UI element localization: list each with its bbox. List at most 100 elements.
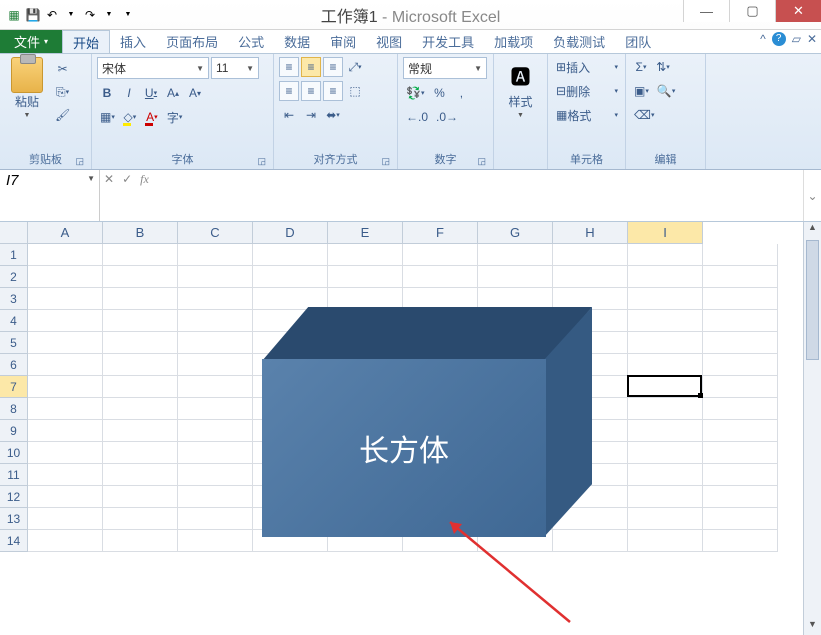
clear-button[interactable]: ⌫▾	[631, 105, 657, 125]
redo-dropdown-icon[interactable]: ▼	[101, 7, 117, 23]
dialog-launcher-icon[interactable]: ◲	[477, 156, 486, 167]
cell[interactable]	[28, 464, 103, 486]
align-center-button[interactable]: ≡	[301, 81, 321, 101]
vertical-scrollbar[interactable]: ▲ ▼	[803, 222, 821, 635]
window-restore-icon[interactable]: ▱	[792, 32, 801, 46]
cell[interactable]	[28, 244, 103, 266]
minimize-button[interactable]: —	[683, 0, 729, 22]
comma-button[interactable]: ,	[451, 83, 471, 103]
paste-button[interactable]: 粘贴 ▼	[5, 57, 49, 121]
cell[interactable]	[103, 442, 178, 464]
cell[interactable]	[628, 398, 703, 420]
scroll-down-icon[interactable]: ▼	[804, 619, 821, 635]
tab-developer[interactable]: 开发工具	[412, 30, 484, 53]
italic-button[interactable]: I	[119, 83, 139, 103]
cell[interactable]	[703, 332, 778, 354]
cell[interactable]	[403, 244, 478, 266]
cell[interactable]	[328, 244, 403, 266]
cell[interactable]	[28, 354, 103, 376]
dialog-launcher-icon[interactable]: ◲	[75, 156, 84, 167]
grid[interactable]: A B C D E F G H I 1234567891011121314 长方…	[0, 222, 803, 635]
cell[interactable]	[103, 486, 178, 508]
dialog-launcher-icon[interactable]: ◲	[257, 156, 266, 167]
col-header[interactable]: E	[328, 222, 403, 244]
border-button[interactable]: ▦▾	[97, 107, 118, 127]
bold-button[interactable]: B	[97, 83, 117, 103]
cell[interactable]	[628, 288, 703, 310]
formula-expand-icon[interactable]: ⌄	[803, 170, 821, 221]
font-size-combo[interactable]: 11▼	[211, 57, 259, 79]
row-header[interactable]: 1	[0, 244, 28, 266]
row-header[interactable]: 2	[0, 266, 28, 288]
select-all-corner[interactable]	[0, 222, 28, 244]
cell[interactable]	[178, 288, 253, 310]
cell[interactable]	[703, 530, 778, 552]
cell[interactable]	[628, 530, 703, 552]
percent-button[interactable]: %	[429, 83, 449, 103]
col-header[interactable]: B	[103, 222, 178, 244]
cell[interactable]	[478, 244, 553, 266]
cell[interactable]	[628, 332, 703, 354]
dialog-launcher-icon[interactable]: ◲	[381, 156, 390, 167]
cell[interactable]	[28, 398, 103, 420]
cell[interactable]	[178, 376, 253, 398]
cut-button[interactable]: ✂	[52, 59, 73, 79]
row-header[interactable]: 8	[0, 398, 28, 420]
decrease-indent-button[interactable]: ⇤	[279, 105, 299, 125]
find-button[interactable]: 🔍▾	[654, 81, 678, 101]
tab-insert[interactable]: 插入	[110, 30, 156, 53]
cell[interactable]	[178, 464, 253, 486]
tab-data[interactable]: 数据	[274, 30, 320, 53]
cell[interactable]	[103, 310, 178, 332]
autosum-button[interactable]: Σ▾	[631, 57, 651, 77]
grow-font-button[interactable]: A▴	[163, 83, 183, 103]
row-header[interactable]: 11	[0, 464, 28, 486]
cell[interactable]	[103, 332, 178, 354]
help-icon[interactable]: ?	[772, 32, 786, 46]
cell[interactable]	[628, 244, 703, 266]
cell[interactable]	[403, 266, 478, 288]
cell[interactable]	[703, 508, 778, 530]
cell[interactable]	[703, 398, 778, 420]
row-header[interactable]: 14	[0, 530, 28, 552]
undo-icon[interactable]: ↶	[44, 7, 60, 23]
fx-icon[interactable]: fx	[140, 172, 149, 187]
cell[interactable]	[178, 354, 253, 376]
cell[interactable]	[103, 508, 178, 530]
cell[interactable]	[703, 442, 778, 464]
file-tab[interactable]: 文件	[0, 30, 62, 53]
number-format-combo[interactable]: 常规▼	[403, 57, 487, 79]
cell[interactable]	[103, 420, 178, 442]
cell[interactable]	[703, 486, 778, 508]
orientation-button[interactable]: ⤢▾	[345, 57, 365, 77]
format-painter-button[interactable]: 🖌	[52, 105, 73, 125]
cell[interactable]	[178, 530, 253, 552]
tab-home[interactable]: 开始	[62, 30, 110, 53]
row-header[interactable]: 5	[0, 332, 28, 354]
cell[interactable]	[28, 486, 103, 508]
cell[interactable]	[28, 288, 103, 310]
insert-cells-button[interactable]: ⊞ 插入▾	[553, 57, 621, 77]
window-close-doc-icon[interactable]: ✕	[807, 32, 817, 46]
cell[interactable]	[328, 266, 403, 288]
formula-input[interactable]	[153, 170, 803, 221]
cell[interactable]	[103, 266, 178, 288]
name-box[interactable]: I7▼	[0, 170, 100, 221]
cell[interactable]	[28, 376, 103, 398]
cell[interactable]	[628, 486, 703, 508]
cell[interactable]	[28, 332, 103, 354]
tab-view[interactable]: 视图	[366, 30, 412, 53]
row-header[interactable]: 4	[0, 310, 28, 332]
tab-formulas[interactable]: 公式	[228, 30, 274, 53]
maximize-button[interactable]: ▢	[729, 0, 775, 22]
wrap-text-button[interactable]: ⬚	[345, 81, 365, 101]
cell[interactable]	[178, 244, 253, 266]
cell[interactable]	[703, 354, 778, 376]
merge-button[interactable]: ⬌▾	[323, 105, 343, 125]
cell[interactable]	[178, 442, 253, 464]
fill-color-button[interactable]: ◇▾	[120, 107, 140, 127]
cell[interactable]	[28, 508, 103, 530]
cell[interactable]	[703, 420, 778, 442]
decrease-decimal-button[interactable]: .0→	[433, 107, 461, 127]
col-header[interactable]: A	[28, 222, 103, 244]
